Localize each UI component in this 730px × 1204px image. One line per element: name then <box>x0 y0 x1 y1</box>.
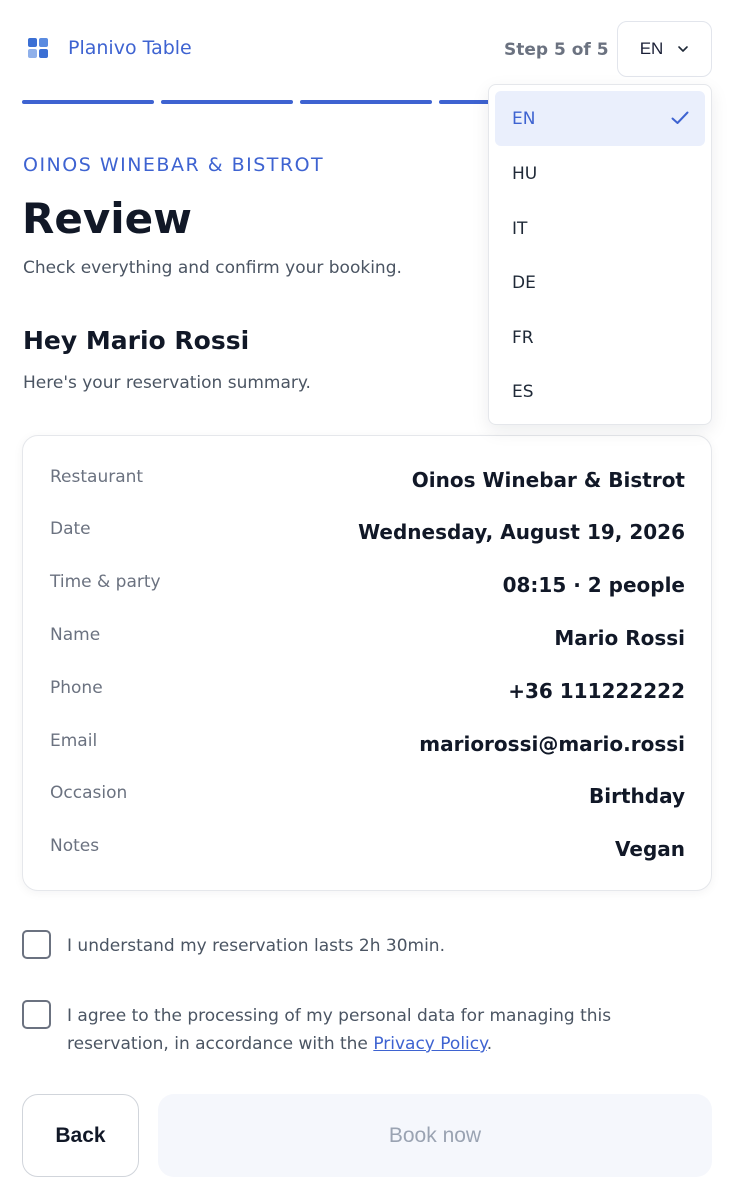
privacy-consent-checkbox[interactable] <box>22 1000 51 1029</box>
progress-segment <box>161 100 293 104</box>
summary-label: Email <box>50 731 98 751</box>
language-option-hu[interactable]: HU <box>495 146 705 201</box>
summary-label: Restaurant <box>50 467 144 487</box>
brand-name: Planivo Table <box>68 37 192 59</box>
chevron-down-icon <box>678 46 689 52</box>
summary-value: Oinos Winebar & Bistrot <box>411 468 685 492</box>
back-button[interactable]: Back <box>22 1094 139 1177</box>
duration-consent: I understand my reservation lasts 2h 30m… <box>22 930 712 960</box>
summary-row-restaurant: Restaurant Oinos Winebar & Bistrot <box>50 467 685 497</box>
page-subtitle: Check everything and confirm your bookin… <box>23 258 402 278</box>
summary-value: mariorossi@mario.rossi <box>419 732 685 756</box>
summary-value: +36 111222222 <box>508 679 685 703</box>
privacy-consent: I agree to the processing of my personal… <box>22 1000 712 1058</box>
language-option-es[interactable]: ES <box>495 364 705 419</box>
page-title: Review <box>22 194 192 243</box>
summary-row-name: Name Mario Rossi <box>50 625 685 655</box>
language-option-label: IT <box>512 218 528 239</box>
greeting: Hey Mario Rossi <box>23 326 250 355</box>
language-selector[interactable]: EN <box>617 21 712 77</box>
privacy-policy-link[interactable]: Privacy Policy <box>373 1034 486 1054</box>
summary-value: Mario Rossi <box>554 626 685 650</box>
summary-label: Time & party <box>50 572 161 592</box>
summary-row-phone: Phone +36 111222222 <box>50 678 685 708</box>
language-option-label: ES <box>512 381 534 402</box>
privacy-consent-text: I agree to the processing of my personal… <box>67 1002 712 1058</box>
brand[interactable]: Planivo Table <box>24 36 192 60</box>
language-option-label: FR <box>512 327 534 348</box>
duration-consent-text: I understand my reservation lasts 2h 30m… <box>67 936 445 956</box>
summary-row-email: Email mariorossi@mario.rossi <box>50 731 685 761</box>
book-now-button[interactable]: Book now <box>158 1094 712 1177</box>
language-option-label: HU <box>512 163 538 184</box>
step-indicator: Step 5 of 5 <box>504 40 609 60</box>
checkmark-icon <box>671 111 689 124</box>
grid-logo-icon <box>24 36 48 60</box>
summary-row-notes: Notes Vegan <box>50 836 685 866</box>
summary-label: Occasion <box>50 783 128 803</box>
summary-value: Vegan <box>615 837 685 861</box>
privacy-consent-text-before: I agree to the processing of my personal… <box>67 1006 612 1054</box>
reservation-summary-card: Restaurant Oinos Winebar & Bistrot Date … <box>22 435 712 891</box>
language-selector-label: EN <box>639 39 664 58</box>
privacy-consent-text-after: . <box>486 1034 493 1054</box>
summary-value: Birthday <box>589 784 685 808</box>
summary-row-date: Date Wednesday, August 19, 2026 <box>50 519 685 549</box>
summary-label: Date <box>50 519 91 539</box>
summary-row-occasion: Occasion Birthday <box>50 783 685 813</box>
summary-value: 08:15 · 2 people <box>502 573 685 597</box>
language-dropdown-menu: EN HU IT DE FR ES <box>488 84 712 425</box>
duration-consent-checkbox[interactable] <box>22 930 51 959</box>
language-option-it[interactable]: IT <box>495 201 705 256</box>
language-option-label: DE <box>512 272 536 293</box>
summary-row-time-party: Time & party 08:15 · 2 people <box>50 572 685 602</box>
language-option-label: EN <box>512 108 536 129</box>
restaurant-eyebrow: OINOS WINEBAR & BISTROT <box>23 154 325 176</box>
language-option-de[interactable]: DE <box>495 255 705 310</box>
progress-segment <box>300 100 432 104</box>
progress-segment <box>22 100 154 104</box>
summary-label: Notes <box>50 836 100 856</box>
greeting-subtitle: Here's your reservation summary. <box>23 373 311 393</box>
language-option-fr[interactable]: FR <box>495 310 705 365</box>
summary-value: Wednesday, August 19, 2026 <box>358 520 685 544</box>
language-option-en[interactable]: EN <box>495 91 705 146</box>
summary-label: Name <box>50 625 101 645</box>
summary-label: Phone <box>50 678 103 698</box>
booking-page: Planivo Table Step 5 of 5 EN OINOS WINEB… <box>0 0 730 1204</box>
